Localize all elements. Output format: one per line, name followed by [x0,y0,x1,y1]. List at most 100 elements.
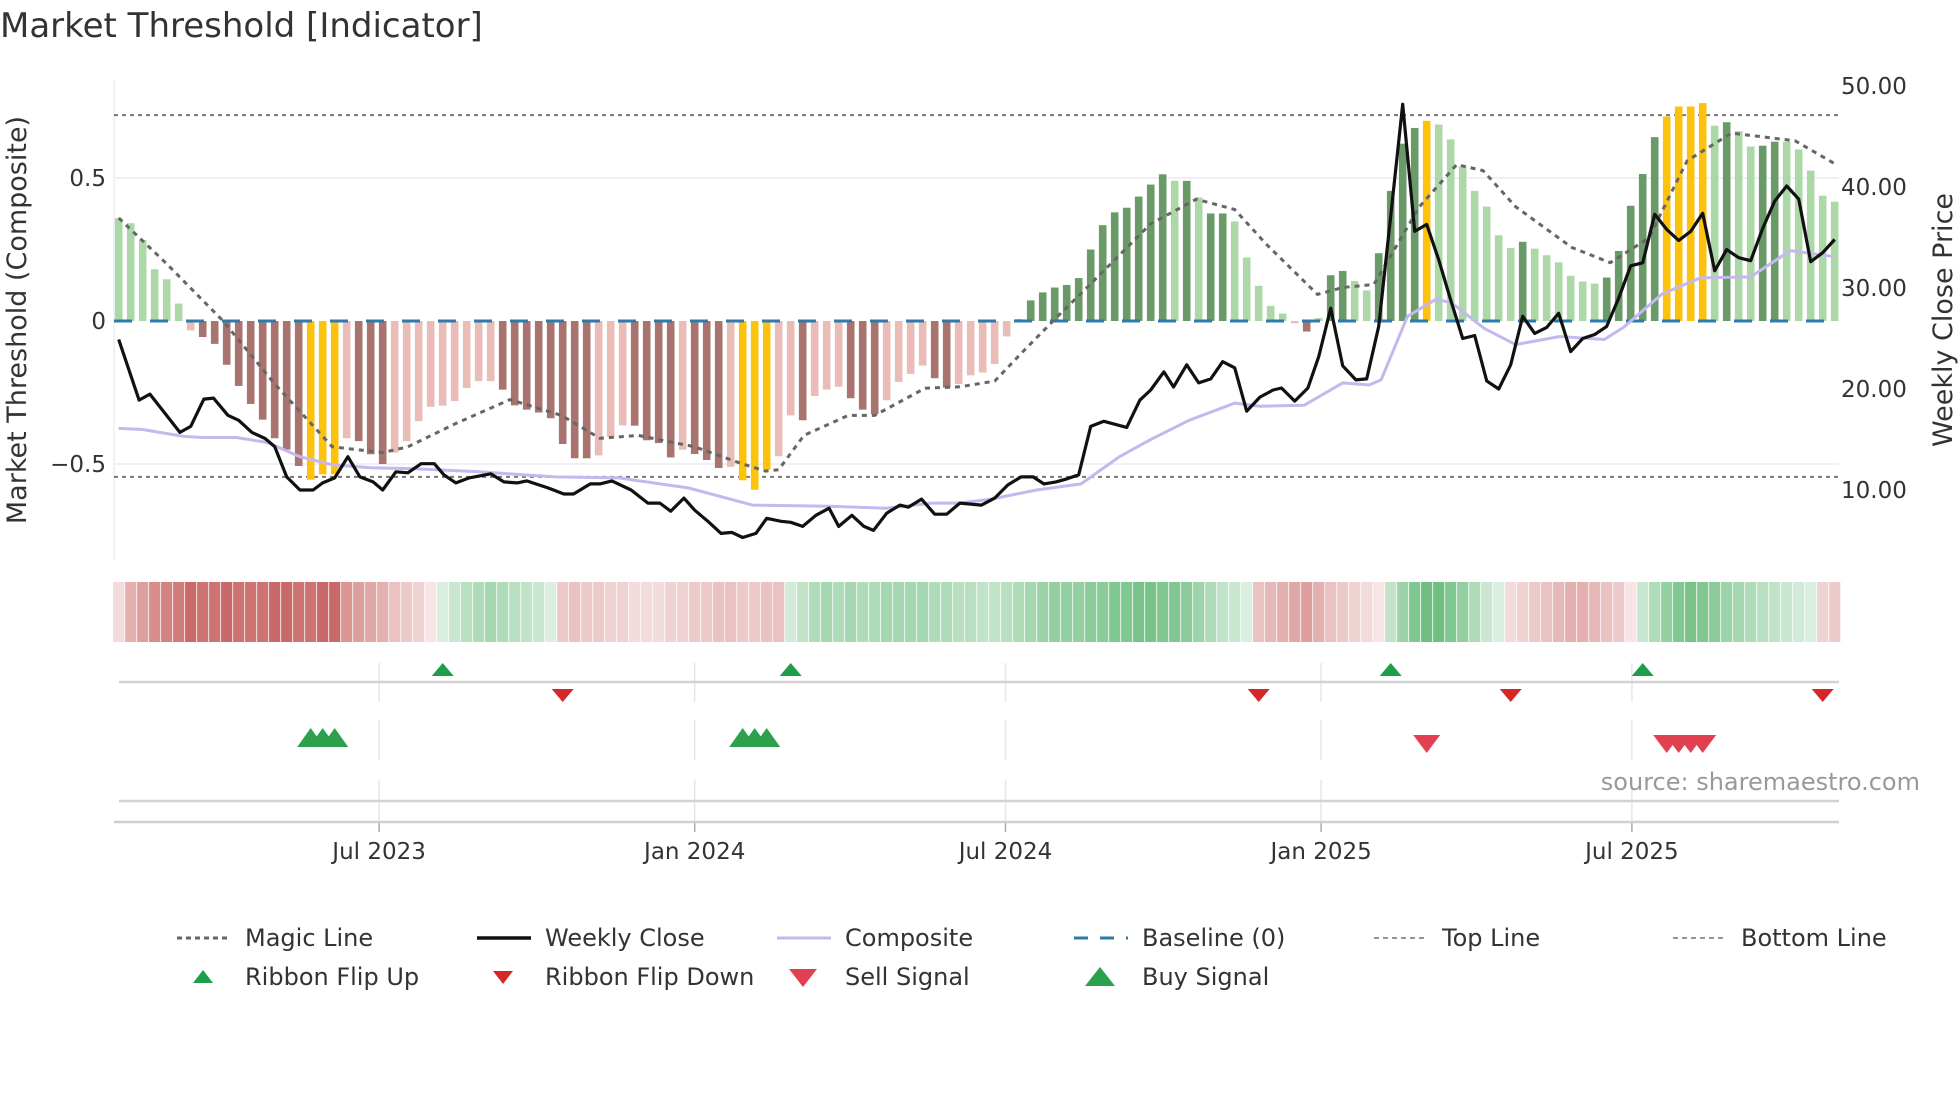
ribbon-cell [413,582,425,642]
ribbon-cell [1793,582,1805,642]
composite-bar [414,321,423,422]
ribbon-cell [317,582,329,642]
ribbon-flip-down-marker [551,689,574,702]
composite-bar [1266,305,1275,321]
composite-bar [798,321,807,421]
ribbon-cell [1325,582,1337,642]
ribbon-cell [209,582,221,642]
ribbon-cell [737,582,749,642]
composite-bar [246,321,255,404]
y-axis-label: Market Threshold (Composite) [2,116,33,524]
composite-bar [882,321,891,401]
composite-bar [1242,257,1251,321]
composite-bar [306,321,315,480]
ribbon-cell [809,582,821,642]
composite-bar [702,321,711,460]
ribbon-cell [545,582,557,642]
composite-bar [294,321,303,467]
ribbon-cell [593,582,605,642]
ribbon-cell [1721,582,1733,642]
legend-label: Baseline (0) [1142,924,1286,952]
composite-bar [1482,206,1491,321]
ribbon-cell [1337,582,1349,642]
ribbon-cell [1565,582,1577,642]
composite-bar [390,321,399,453]
composite-bar [738,321,747,481]
ribbon-cell [1217,582,1229,642]
composite-bar [1122,207,1131,321]
composite-bar [786,321,795,416]
ribbon-cell [137,582,149,642]
ribbon-cell [1757,582,1769,642]
ribbon-cell [293,582,305,642]
composite-bar [726,321,735,467]
ribbon-cell [185,582,197,642]
composite-bar [690,321,699,454]
composite-bar [426,321,435,407]
ribbon-cell [1289,582,1301,642]
ribbon-flip-up-marker [431,663,454,676]
composite-bar [870,321,879,415]
x-tick-label: Jul 2023 [330,839,426,865]
ribbon-cell [1145,582,1157,642]
composite-bar [570,321,579,459]
ribbon-cell [1421,582,1433,642]
composite-bar [1110,212,1119,321]
legend-item-sell-signal: Sell Signal [775,962,970,992]
ribbon-cell [1577,582,1589,642]
composite-bar [666,321,675,458]
legend-label: Buy Signal [1142,963,1270,991]
composite-bar [510,321,519,406]
ribbon-cell [1589,582,1601,642]
composite-bar [1134,196,1143,321]
composite-bar [366,321,375,455]
composite-bar [894,321,903,382]
y2-tick-label: 20.00 [1841,377,1907,403]
y-tick-label: −0.5 [50,452,106,478]
triangle-marker-icon [493,971,513,984]
triangle-marker-icon [193,970,213,983]
ribbon-cell [353,582,365,642]
ribbon-cell [113,582,125,642]
line-style-icon [1074,936,1128,940]
ribbon-cell [1181,582,1193,642]
ribbon-cell [689,582,701,642]
composite-bar [1218,213,1227,321]
composite-bar [438,321,447,406]
composite-bar [834,321,843,387]
ribbon-cell [617,582,629,642]
composite-bar [1038,292,1047,321]
ribbon-cell [677,582,689,642]
ribbon-cell [485,582,497,642]
ribbon-cell [497,582,509,642]
ribbon-cell [761,582,773,642]
composite-bar [1542,255,1551,321]
composite-bar [534,321,543,413]
composite-bar [1470,190,1479,321]
composite-bar [462,321,471,388]
y-tick-label: 0.5 [69,166,106,192]
composite-bar [966,321,975,376]
composite-bar [1518,241,1527,321]
ribbon-cell [197,582,209,642]
composite-bar [846,321,855,399]
ribbon-cell [1481,582,1493,642]
ribbon-cell [1493,582,1505,642]
composite-series [118,249,1835,510]
ribbon-cell [365,582,377,642]
ribbon-cell [977,582,989,642]
composite-bar [642,321,651,441]
ribbon-cell [1817,582,1829,642]
line-style-icon [1374,937,1428,939]
ribbon-cell [1685,582,1697,642]
ribbon-cell [1625,582,1637,642]
composite-bar [1206,213,1215,321]
composite-bar [678,321,687,450]
composite-bar [1626,205,1635,321]
ribbon-cell [1505,582,1517,642]
ribbon-cell [401,582,413,642]
source-credit: source: sharemaestro.com [1600,768,1920,796]
ribbon-cell [1781,582,1793,642]
legend-label: Bottom Line [1741,924,1887,952]
ribbon-cell [1313,582,1325,642]
